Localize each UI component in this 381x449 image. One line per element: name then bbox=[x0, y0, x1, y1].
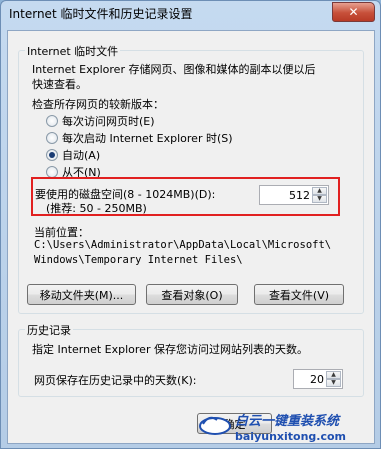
watermark-url: baiyunxitong.com bbox=[235, 430, 347, 443]
check-version-label: 检查所存网页的较新版本： bbox=[32, 98, 164, 111]
radio-every-start[interactable]: 每次启动 Internet Explorer 时(S) bbox=[46, 130, 233, 146]
current-location-path-line1: C:\Users\Administrator\AppData\Local\Mic… bbox=[34, 239, 332, 251]
radio-every-visit[interactable]: 每次访问网页时(E) bbox=[46, 113, 155, 129]
move-folder-button-label: 移动文件夹(M)... bbox=[39, 288, 124, 302]
radio-every-visit-icon bbox=[46, 115, 58, 127]
move-folder-button[interactable]: 移动文件夹(M)... bbox=[27, 284, 136, 305]
current-location-label: 当前位置： bbox=[34, 226, 89, 239]
radio-every-start-label: 每次启动 Internet Explorer 时(S) bbox=[62, 132, 233, 145]
settings-dialog: Internet 临时文件和历史记录设置 ✕ Internet 临时文件 Int… bbox=[0, 0, 381, 449]
radio-every-start-icon bbox=[46, 132, 58, 144]
temp-files-description-line2: 快速查看。 bbox=[32, 78, 87, 91]
radio-every-visit-label: 每次访问网页时(E) bbox=[62, 115, 155, 128]
dialog-body: Internet 临时文件 Internet Explorer 存储网页、图像和… bbox=[7, 30, 375, 444]
window-title: Internet 临时文件和历史记录设置 bbox=[9, 7, 193, 21]
current-location-path-line2: Windows\Temporary Internet Files\ bbox=[34, 254, 243, 266]
history-description: 指定 Internet Explorer 保存您访问过网站列表的天数。 bbox=[32, 343, 308, 356]
view-objects-button[interactable]: 查看对象(O) bbox=[146, 284, 238, 305]
history-legend: 历史记录 bbox=[25, 322, 73, 338]
radio-automatic[interactable]: 自动(A) bbox=[46, 147, 100, 163]
temp-files-legend: Internet 临时文件 bbox=[25, 43, 121, 59]
history-days-spinner[interactable]: 20 ▲ ▼ bbox=[293, 369, 343, 389]
spin-up-icon[interactable]: ▲ bbox=[326, 371, 341, 379]
close-icon: ✕ bbox=[348, 5, 359, 19]
title-bar: Internet 临时文件和历史记录设置 ✕ bbox=[1, 1, 380, 27]
view-objects-button-label: 查看对象(O) bbox=[161, 288, 223, 302]
history-days-label: 网页保存在历史记录中的天数(K): bbox=[34, 374, 197, 387]
watermark: 白云一键重装系统 baiyunxitong.com bbox=[197, 406, 379, 446]
view-files-button-label: 查看文件(V) bbox=[268, 288, 330, 302]
disk-space-highlight bbox=[31, 177, 340, 216]
history-days-spin-arrows[interactable]: ▲ ▼ bbox=[326, 371, 341, 387]
spin-down-icon[interactable]: ▼ bbox=[326, 379, 341, 387]
watermark-brand: 白云一键重装系统 bbox=[235, 414, 340, 429]
watermark-cloud-icon bbox=[199, 416, 231, 435]
history-days-value: 20 bbox=[310, 373, 324, 386]
view-files-button[interactable]: 查看文件(V) bbox=[254, 284, 344, 305]
temp-files-description-line1: Internet Explorer 存储网页、图像和媒体的副本以便以后 bbox=[32, 63, 316, 76]
radio-automatic-icon bbox=[46, 149, 58, 161]
radio-automatic-label: 自动(A) bbox=[62, 149, 101, 162]
close-button[interactable]: ✕ bbox=[332, 2, 375, 22]
